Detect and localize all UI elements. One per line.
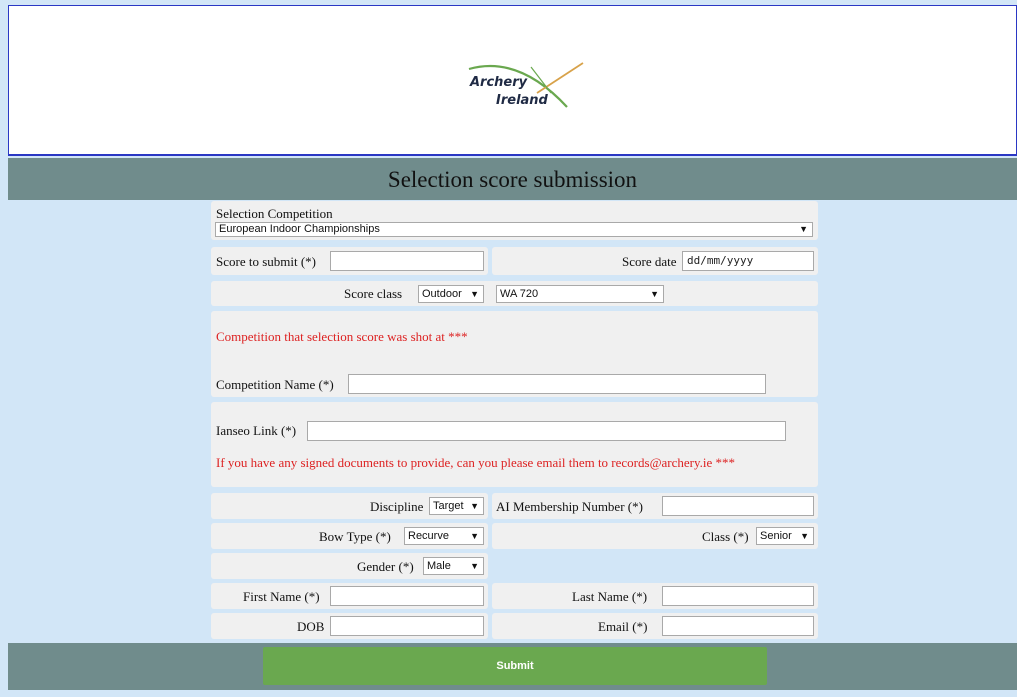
footer-bar: Submit [8,643,1017,690]
gender-value: Male [427,560,451,572]
documents-note: If you have any signed documents to prov… [216,455,736,470]
selection-competition-panel: Selection Competition European Indoor Ch… [211,201,818,240]
score-date-input[interactable]: dd/mm/yyyy [682,251,814,271]
competition-name-label: Competition Name (*) [216,377,334,392]
discipline-label: Discipline [370,499,424,514]
chevron-down-icon: ▼ [799,224,808,234]
chevron-down-icon: ▼ [470,501,479,511]
email-label: Email (*) [598,619,648,634]
email-panel: Email (*) [492,613,818,639]
page-title: Selection score submission [387,167,638,192]
ianseo-link-label: Ianseo Link (*) [216,423,297,438]
class-select[interactable]: Senior ▼ [756,527,814,545]
round-value: WA 720 [500,288,539,300]
selection-competition-label: Selection Competition [216,206,333,221]
membership-number-input[interactable] [662,496,814,516]
chevron-down-icon: ▼ [470,561,479,571]
last-name-input[interactable] [662,586,814,606]
score-to-submit-panel: Score to submit (*) [211,247,488,275]
dob-input[interactable] [330,616,484,636]
dob-panel: DOB [211,613,488,639]
gender-panel: Gender (*) Male ▼ [211,553,488,579]
gender-select[interactable]: Male ▼ [423,557,484,575]
competition-name-input[interactable] [348,374,766,394]
score-date-label: Score date [622,254,677,269]
score-date-panel: Score date dd/mm/yyyy [492,247,818,275]
bow-type-panel: Bow Type (*) Recurve ▼ [211,523,488,549]
email-input[interactable] [662,616,814,636]
title-bar: Selection score submission [8,158,1017,200]
class-value: Senior [760,530,792,542]
archery-ireland-logo: Archery Ireland [459,59,589,119]
selection-competition-value: European Indoor Championships [219,223,380,235]
class-panel: Class (*) Senior ▼ [492,523,818,549]
first-name-panel: First Name (*) [211,583,488,609]
header: Archery Ireland [8,5,1017,156]
ianseo-panel: Ianseo Link (*) If you have any signed d… [211,402,818,487]
membership-number-label: AI Membership Number (*) [496,499,643,514]
discipline-panel: Discipline Target ▼ [211,493,488,519]
competition-panel: Competition that selection score was sho… [211,311,818,397]
chevron-down-icon: ▼ [650,289,659,299]
dob-label: DOB [297,619,325,634]
last-name-label: Last Name (*) [572,589,648,604]
first-name-input[interactable] [330,586,484,606]
round-select[interactable]: WA 720 ▼ [496,285,664,303]
score-to-submit-label: Score to submit (*) [216,254,317,269]
score-class-label: Score class [344,286,403,301]
bow-type-label: Bow Type (*) [319,529,391,544]
competition-note: Competition that selection score was sho… [216,329,468,344]
discipline-select[interactable]: Target ▼ [429,497,484,515]
score-class-value: Outdoor [422,288,462,300]
selection-competition-select[interactable]: European Indoor Championships ▼ [215,222,813,237]
ianseo-link-input[interactable] [307,421,786,441]
score-to-submit-input[interactable] [330,251,484,271]
last-name-panel: Last Name (*) [492,583,818,609]
bow-type-value: Recurve [408,530,449,542]
score-class-select[interactable]: Outdoor ▼ [418,285,484,303]
discipline-value: Target [433,500,464,512]
submit-button[interactable]: Submit [263,647,767,685]
membership-panel: AI Membership Number (*) [492,493,818,519]
bow-type-select[interactable]: Recurve ▼ [404,527,484,545]
score-class-panel: Score class Outdoor ▼ WA 720 ▼ [211,281,818,306]
gender-label: Gender (*) [357,559,414,574]
class-label: Class (*) [702,529,749,544]
chevron-down-icon: ▼ [470,531,479,541]
chevron-down-icon: ▼ [800,531,809,541]
logo-line2: Ireland [496,93,548,108]
first-name-label: First Name (*) [243,589,320,604]
chevron-down-icon: ▼ [470,289,479,299]
logo-line1: Archery [470,75,528,90]
